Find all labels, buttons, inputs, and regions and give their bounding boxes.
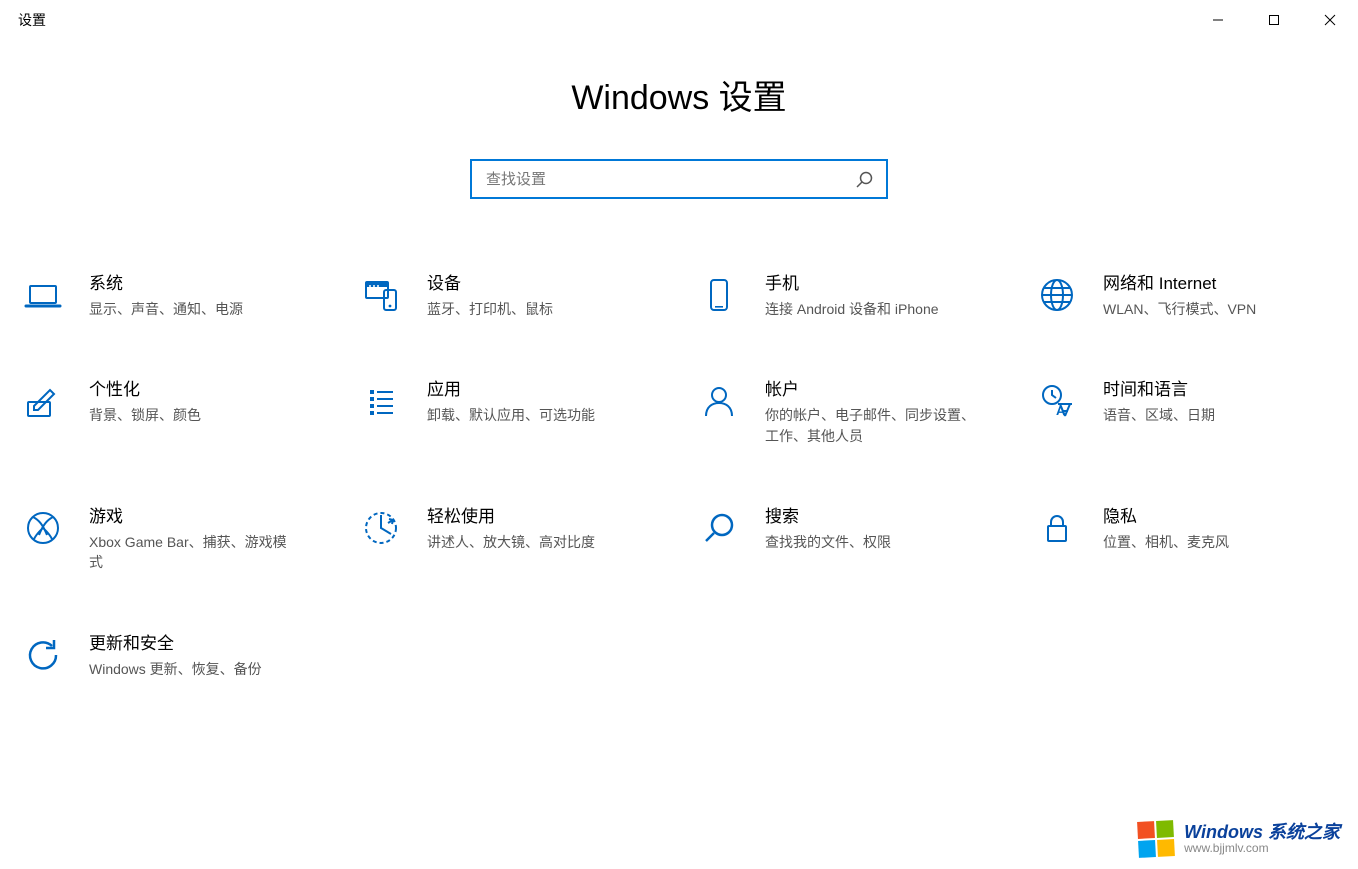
window-controls xyxy=(1190,0,1358,40)
category-text: 游戏 Xbox Game Bar、捕获、游戏模式 xyxy=(89,506,323,573)
category-desc: 显示、声音、通知、电源 xyxy=(89,299,299,319)
category-title: 手机 xyxy=(765,273,999,295)
update-icon xyxy=(23,635,63,675)
devices-icon xyxy=(361,275,401,315)
minimize-icon xyxy=(1212,14,1224,26)
watermark: Windows 系统之家 www.bjjmlv.com xyxy=(1138,821,1340,857)
category-title: 轻松使用 xyxy=(427,506,661,528)
close-button[interactable] xyxy=(1302,0,1358,40)
category-title: 设备 xyxy=(427,273,661,295)
category-text: 隐私位置、相机、麦克风 xyxy=(1103,506,1337,552)
category-text: 更新和安全 Windows 更新、恢复、备份 xyxy=(89,633,323,679)
phone-icon xyxy=(699,275,739,315)
category-tile-time-lang[interactable]: 时间和语言语音、区域、日期 xyxy=(1031,375,1341,450)
category-text: 帐户你的帐户、电子邮件、同步设置、工作、其他人员 xyxy=(765,379,999,446)
category-text: 手机连接 Android 设备和 iPhone xyxy=(765,273,999,319)
ease-icon xyxy=(361,508,401,548)
minimize-button[interactable] xyxy=(1190,0,1246,40)
maximize-button[interactable] xyxy=(1246,0,1302,40)
category-tile-ease[interactable]: 轻松使用讲述人、放大镜、高对比度 xyxy=(355,502,665,577)
watermark-url: www.bjjmlv.com xyxy=(1184,842,1340,855)
category-desc: 你的帐户、电子邮件、同步设置、工作、其他人员 xyxy=(765,405,975,446)
maximize-icon xyxy=(1268,14,1280,26)
pen-icon xyxy=(23,381,63,421)
category-tile-phone[interactable]: 手机连接 Android 设备和 iPhone xyxy=(693,269,1003,323)
category-title: 搜索 xyxy=(765,506,999,528)
category-title: 游戏 xyxy=(89,506,323,528)
category-title: 个性化 xyxy=(89,379,323,401)
category-tile-system[interactable]: 系统显示、声音、通知、电源 xyxy=(17,269,327,323)
category-tile-update[interactable]: 更新和安全 Windows 更新、恢复、备份 xyxy=(17,629,327,683)
category-text: 系统显示、声音、通知、电源 xyxy=(89,273,323,319)
page-title: Windows 设置 xyxy=(0,70,1358,119)
close-icon xyxy=(1324,14,1336,26)
category-text: 搜索查找我的文件、权限 xyxy=(765,506,999,552)
watermark-brand-suffix: 系统之家 xyxy=(1268,822,1340,842)
category-tile-personalize[interactable]: 个性化背景、锁屏、颜色 xyxy=(17,375,327,450)
categories-grid: 系统显示、声音、通知、电源 设备蓝牙、打印机、鼠标 手机连接 Android 设备和… xyxy=(17,249,1341,683)
xbox-icon xyxy=(23,508,63,548)
category-tile-search-cat[interactable]: 搜索查找我的文件、权限 xyxy=(693,502,1003,577)
laptop-icon xyxy=(23,275,63,315)
search-input[interactable] xyxy=(470,159,888,199)
category-desc: 连接 Android 设备和 iPhone xyxy=(765,299,975,319)
category-title: 系统 xyxy=(89,273,323,295)
category-tile-gaming[interactable]: 游戏 Xbox Game Bar、捕获、游戏模式 xyxy=(17,502,327,577)
titlebar: 设置 xyxy=(0,0,1358,40)
category-tile-apps[interactable]: 应用卸载、默认应用、可选功能 xyxy=(355,375,665,450)
list-icon xyxy=(361,381,401,421)
category-desc: WLAN、飞行模式、VPN xyxy=(1103,299,1313,319)
search-button[interactable] xyxy=(848,159,880,199)
category-title: 时间和语言 xyxy=(1103,379,1337,401)
category-title: 应用 xyxy=(427,379,661,401)
watermark-brand-prefix: Windows xyxy=(1184,822,1263,842)
category-desc: 语音、区域、日期 xyxy=(1103,405,1313,425)
category-desc: 位置、相机、麦克风 xyxy=(1103,532,1313,552)
category-tile-devices[interactable]: 设备蓝牙、打印机、鼠标 xyxy=(355,269,665,323)
search-icon xyxy=(855,170,873,188)
settings-search xyxy=(470,159,888,199)
category-text: 设备蓝牙、打印机、鼠标 xyxy=(427,273,661,319)
category-tile-accounts[interactable]: 帐户你的帐户、电子邮件、同步设置、工作、其他人员 xyxy=(693,375,1003,450)
category-text: 轻松使用讲述人、放大镜、高对比度 xyxy=(427,506,661,552)
window-title: 设置 xyxy=(18,10,46,30)
category-text: 时间和语言语音、区域、日期 xyxy=(1103,379,1337,425)
category-title: 网络和 Internet xyxy=(1103,273,1337,295)
watermark-text: Windows 系统之家 www.bjjmlv.com xyxy=(1184,823,1340,856)
category-tile-network[interactable]: 网络和 Internet WLAN、飞行模式、VPN xyxy=(1031,269,1341,323)
category-title: 隐私 xyxy=(1103,506,1337,528)
lock-icon xyxy=(1037,508,1077,548)
category-text: 个性化背景、锁屏、颜色 xyxy=(89,379,323,425)
settings-home: Windows 设置 系统显示、声音、通知、电源 设备蓝牙、打印机、鼠标 手机连接 … xyxy=(0,40,1358,683)
category-desc: 查找我的文件、权限 xyxy=(765,532,975,552)
category-text: 应用卸载、默认应用、可选功能 xyxy=(427,379,661,425)
category-desc: 卸载、默认应用、可选功能 xyxy=(427,405,637,425)
category-desc: 蓝牙、打印机、鼠标 xyxy=(427,299,637,319)
search-icon xyxy=(699,508,739,548)
watermark-logo-icon xyxy=(1137,820,1175,858)
category-tile-privacy[interactable]: 隐私位置、相机、麦克风 xyxy=(1031,502,1341,577)
category-desc: Xbox Game Bar、捕获、游戏模式 xyxy=(89,532,299,573)
globe-icon xyxy=(1037,275,1077,315)
category-desc: Windows 更新、恢复、备份 xyxy=(89,659,299,679)
category-title: 更新和安全 xyxy=(89,633,323,655)
category-desc: 背景、锁屏、颜色 xyxy=(89,405,299,425)
time-lang-icon xyxy=(1037,381,1077,421)
category-desc: 讲述人、放大镜、高对比度 xyxy=(427,532,637,552)
category-title: 帐户 xyxy=(765,379,999,401)
person-icon xyxy=(699,381,739,421)
category-text: 网络和 Internet WLAN、飞行模式、VPN xyxy=(1103,273,1337,319)
